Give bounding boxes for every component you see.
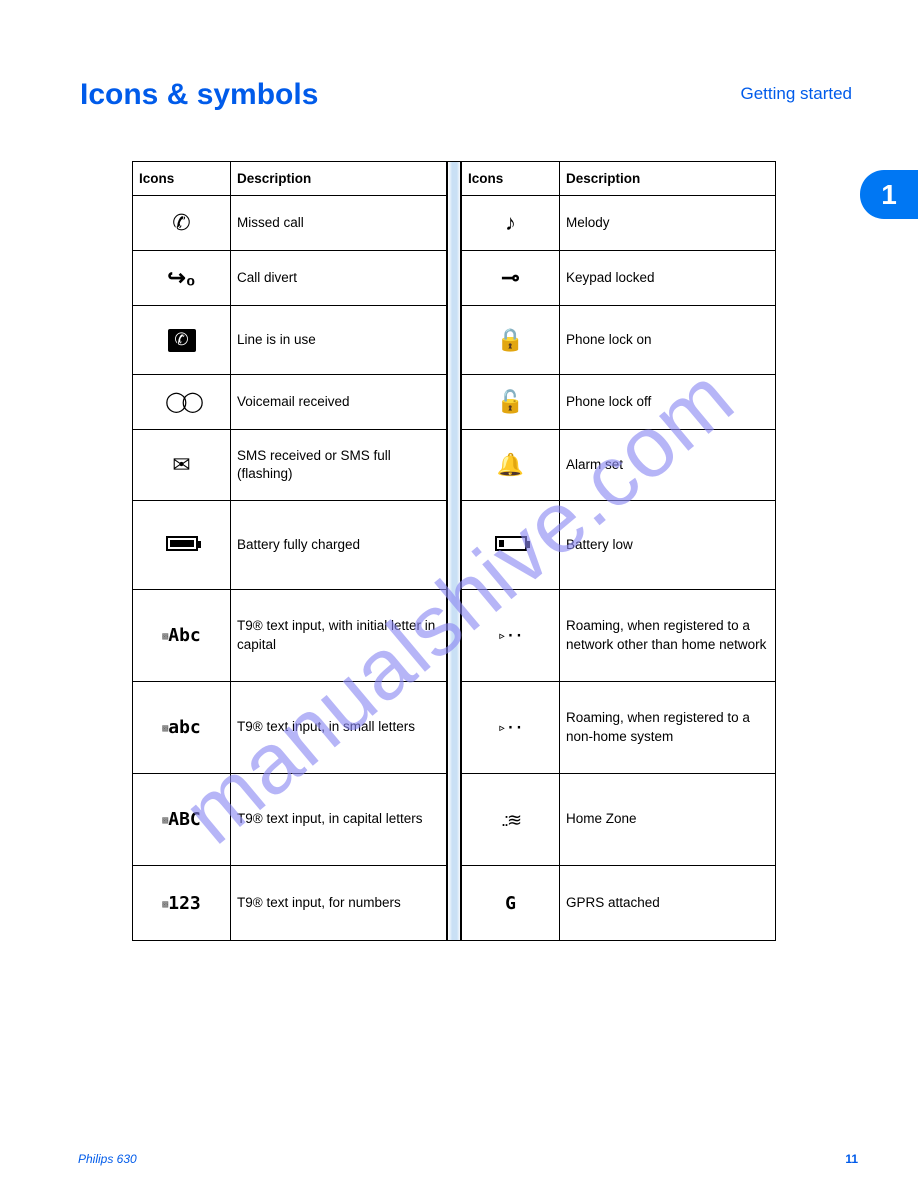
header-description: Description <box>231 162 447 196</box>
table-row: ♪ Melody <box>462 196 776 251</box>
header-description: Description <box>560 162 776 196</box>
roaming-home-icon: ▹·· <box>498 628 523 644</box>
row-label: Alarm set <box>560 430 776 501</box>
header-icons: Icons <box>462 162 560 196</box>
row-label: Roaming, when registered to a non-home s… <box>560 682 776 774</box>
page-title: Icons & symbols <box>80 78 318 112</box>
call-divert-icon: ↪₀ <box>167 267 195 289</box>
footer-left: Philips 630 <box>78 1152 137 1166</box>
table-row: Battery fully charged <box>133 501 447 590</box>
table-row: G GPRS attached <box>462 866 776 941</box>
table-row: ✆ Missed call <box>133 196 447 251</box>
section-tab: 1 <box>860 170 918 219</box>
icons-table-right: Icons Description ♪ Melody ⊸ Keypad lock… <box>461 161 776 941</box>
row-label: Phone lock on <box>560 306 776 375</box>
row-label: T9® text input, in small letters <box>231 682 447 774</box>
row-label: Line is in use <box>231 306 447 375</box>
table-header-row: Icons Description <box>133 162 447 196</box>
table-row: ✉ SMS received or SMS full (flashing) <box>133 430 447 501</box>
row-label: Melody <box>560 196 776 251</box>
battery-low-icon <box>495 536 527 551</box>
row-label: T9® text input, with initial letter in c… <box>231 590 447 682</box>
home-zone-icon: .:≋ <box>501 811 520 829</box>
icons-table-left: Icons Description ✆ Missed call ↪₀ Call … <box>132 161 447 941</box>
table-row: .:≋ Home Zone <box>462 774 776 866</box>
table-row: 🔔 Alarm set <box>462 430 776 501</box>
row-label: Roaming, when registered to a network ot… <box>560 590 776 682</box>
phone-lock-off-icon: 🔓 <box>497 391 524 413</box>
t9-numeric-icon: ▩123 <box>162 893 201 914</box>
t9-uppercase-icon: ▩ABC <box>162 809 201 830</box>
row-label: Call divert <box>231 251 447 306</box>
row-label: GPRS attached <box>560 866 776 941</box>
sms-icon: ✉ <box>172 454 190 476</box>
row-label: Voicemail received <box>231 375 447 430</box>
icons-tables: Icons Description ✆ Missed call ↪₀ Call … <box>132 161 776 941</box>
alarm-set-icon: 🔔 <box>497 454 524 476</box>
melody-icon: ♪ <box>505 212 516 234</box>
table-row: ◯◯ Voicemail received <box>133 375 447 430</box>
row-label: Keypad locked <box>560 251 776 306</box>
row-label: Home Zone <box>560 774 776 866</box>
voicemail-icon: ◯◯ <box>165 392 198 412</box>
row-label: Battery low <box>560 501 776 590</box>
keypad-locked-icon: ⊸ <box>501 267 519 289</box>
table-row: ↪₀ Call divert <box>133 251 447 306</box>
gprs-icon: G <box>505 893 516 914</box>
t9-initial-cap-icon: ▩Abc <box>162 625 201 646</box>
row-label: T9® text input, in capital letters <box>231 774 447 866</box>
table-divider <box>447 161 461 941</box>
table-row: ▹·· Roaming, when registered to a networ… <box>462 590 776 682</box>
row-label: T9® text input, for numbers <box>231 866 447 941</box>
page-footer: Philips 630 11 <box>78 1152 858 1166</box>
table-row: ▩abc T9® text input, in small letters <box>133 682 447 774</box>
header-icons: Icons <box>133 162 231 196</box>
battery-full-icon <box>166 536 198 551</box>
table-row: ▩Abc T9® text input, with initial letter… <box>133 590 447 682</box>
table-row: ▹·· Roaming, when registered to a non-ho… <box>462 682 776 774</box>
table-header-row: Icons Description <box>462 162 776 196</box>
phone-lock-on-icon: 🔒 <box>497 329 524 351</box>
table-row: ▩123 T9® text input, for numbers <box>133 866 447 941</box>
t9-lowercase-icon: ▩abc <box>162 717 201 738</box>
table-row: 🔓 Phone lock off <box>462 375 776 430</box>
missed-call-icon: ✆ <box>172 212 190 234</box>
row-label: Battery fully charged <box>231 501 447 590</box>
line-in-use-icon: ✆ <box>168 329 196 352</box>
table-row: ▩ABC T9® text input, in capital letters <box>133 774 447 866</box>
table-row: ✆ Line is in use <box>133 306 447 375</box>
table-row: 🔒 Phone lock on <box>462 306 776 375</box>
page-number: 11 <box>845 1152 858 1166</box>
breadcrumb: Getting started <box>740 84 852 104</box>
roaming-non-home-icon: ▹·· <box>498 720 523 736</box>
row-label: SMS received or SMS full (flashing) <box>231 430 447 501</box>
table-row: Battery low <box>462 501 776 590</box>
row-label: Missed call <box>231 196 447 251</box>
row-label: Phone lock off <box>560 375 776 430</box>
table-row: ⊸ Keypad locked <box>462 251 776 306</box>
